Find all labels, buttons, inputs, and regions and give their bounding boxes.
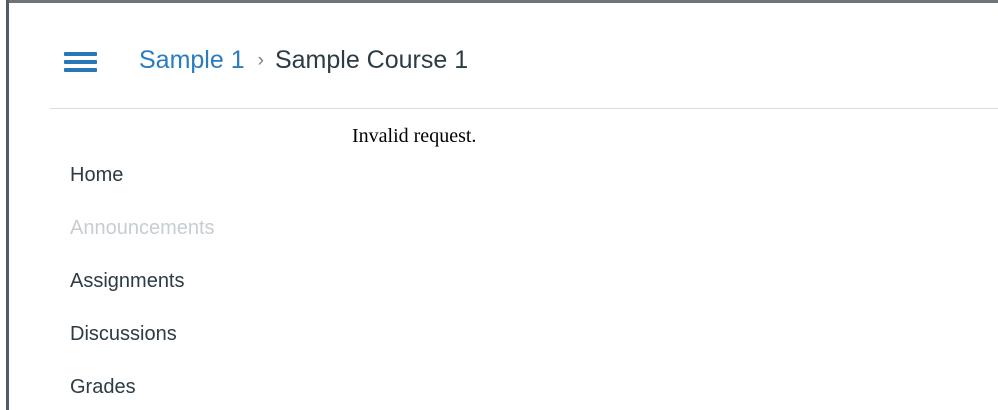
breadcrumb-separator-icon: › <box>257 50 264 71</box>
course-nav-assignments-link[interactable]: Assignments <box>70 270 185 292</box>
course-nav-announcements-link: Announcements <box>70 217 215 239</box>
window-left-border <box>6 0 9 410</box>
hamburger-bar <box>64 60 97 64</box>
course-nav-item-grades: Grades <box>70 375 215 410</box>
hamburger-bar <box>64 52 97 56</box>
error-message: Invalid request. <box>352 125 477 147</box>
breadcrumb-current-course: Sample Course 1 <box>274 46 469 74</box>
app-window: Sample 1 › Sample Course 1 Invalid request… <box>0 0 998 410</box>
course-nav-grades-link[interactable]: Grades <box>70 376 136 398</box>
course-nav-item-assignments: Assignments <box>70 269 215 322</box>
course-header: Sample 1 › Sample Course 1 <box>50 3 998 109</box>
hamburger-bar <box>64 68 97 72</box>
course-nav-item-announcements: Announcements <box>70 216 215 269</box>
hamburger-menu-icon[interactable] <box>64 52 98 76</box>
course-nav-item-discussions: Discussions <box>70 322 215 375</box>
breadcrumb-account-link[interactable]: Sample 1 <box>139 46 245 74</box>
course-nav-discussions-link[interactable]: Discussions <box>70 323 177 345</box>
breadcrumb: Sample 1 › Sample Course 1 <box>139 44 468 77</box>
course-nav-home-link[interactable]: Home <box>70 164 123 186</box>
course-nav-item-home: Home <box>70 163 215 216</box>
course-navigation: Home Announcements Assignments Discussio… <box>70 163 215 410</box>
